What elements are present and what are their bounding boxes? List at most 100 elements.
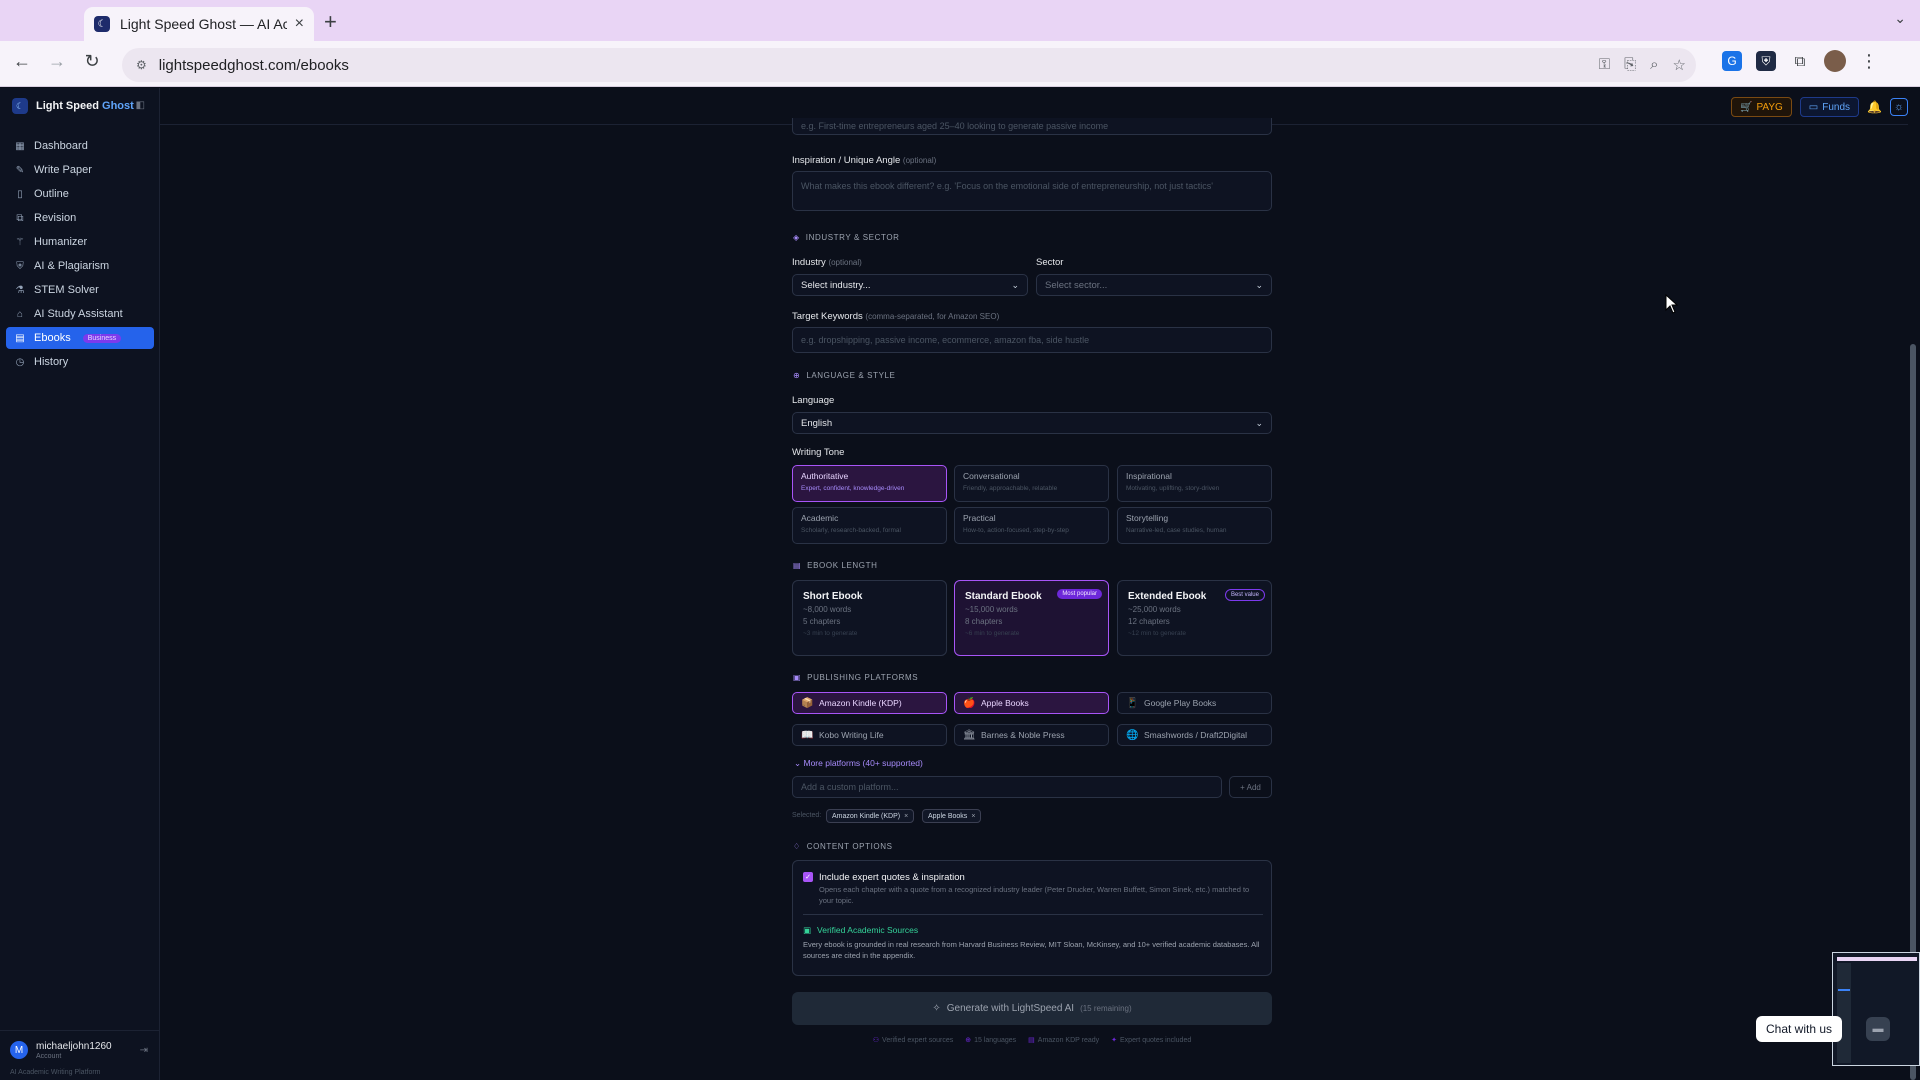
length-standard[interactable]: Most popular Standard Ebook ~15,000 word…: [954, 580, 1109, 656]
flask-icon: ⚗: [15, 284, 25, 296]
keywords-input[interactable]: e.g. dropshipping, passive income, ecomm…: [792, 327, 1272, 353]
tab-search-chevron-icon[interactable]: ⌄: [1894, 10, 1906, 27]
tone-inspirational[interactable]: Inspirational Motivating, uplifting, stor…: [1117, 465, 1272, 502]
brand-name: Light Speed Ghost: [36, 100, 134, 112]
tab-close-icon[interactable]: ×: [295, 15, 304, 33]
mouse-cursor-icon: [1665, 294, 1679, 314]
pen-icon: ✎: [15, 164, 25, 176]
remove-chip-icon[interactable]: ×: [971, 813, 975, 820]
length-short[interactable]: Short Ebook ~8,000 words 5 chapters ~3 m…: [792, 580, 947, 656]
browser-tab-strip: ☾ Light Speed Ghost — AI Acad × + ⌄: [0, 0, 1920, 41]
password-key-icon[interactable]: ⚿: [1599, 56, 1610, 74]
brand-logo-icon: ☾: [12, 98, 28, 114]
preview-bar: [1837, 957, 1917, 961]
platform-smashwords[interactable]: 🌐 Smashwords / Draft2Digital: [1117, 724, 1272, 746]
sidebar-item-revision[interactable]: ⧉ Revision: [6, 207, 154, 229]
package-icon: 📦: [801, 697, 814, 709]
most-popular-badge: Most popular: [1057, 589, 1102, 599]
bookmark-star-icon[interactable]: ☆: [1673, 56, 1686, 74]
brand[interactable]: ☾ Light Speed Ghost: [12, 98, 134, 114]
target-audience-input[interactable]: e.g. First-time entrepreneurs aged 25–40…: [792, 118, 1272, 135]
shield-icon: ⛨: [16, 260, 24, 272]
section-publishing-platforms: ▣ PUBLISHING PLATFORMS: [793, 673, 919, 682]
sidebar-item-write-paper[interactable]: ✎ Write Paper: [6, 159, 154, 181]
chat-bubble-icon[interactable]: ▬: [1866, 1017, 1890, 1041]
wand-icon: ⚚: [15, 236, 25, 248]
open-book-icon: 📖: [801, 729, 814, 741]
sidebar-item-humanizer[interactable]: ⚚ Humanizer: [6, 231, 154, 253]
platform-amazon-kdp[interactable]: 📦 Amazon Kindle (KDP): [792, 692, 947, 714]
generate-button[interactable]: ✧ Generate with LightSpeed AI (15 remain…: [792, 992, 1272, 1025]
sidebar-item-ai-plagiarism[interactable]: ⛨ AI & Plagiarism: [6, 255, 154, 277]
funds-button[interactable]: ▭ Funds: [1799, 97, 1860, 117]
sidebar-item-stem-solver[interactable]: ⚗ STEM Solver: [6, 279, 154, 301]
tone-conversational[interactable]: Conversational Friendly, approachable, re…: [954, 465, 1109, 502]
book-length-icon: ▤: [793, 561, 802, 570]
platform-apple-books[interactable]: 🍎 Apple Books: [954, 692, 1109, 714]
industry-select[interactable]: Select industry... ⌄: [792, 274, 1028, 296]
remove-chip-icon[interactable]: ×: [904, 813, 908, 820]
browser-toolbar: ← → ↻ ⚙ lightspeedghost.com/ebooks ⚿ ⎘ ⌕…: [0, 41, 1920, 87]
inspiration-input[interactable]: What makes this ebook different? e.g. 'F…: [792, 171, 1272, 211]
sector-label: Sector: [1036, 257, 1064, 268]
more-platforms-toggle[interactable]: ⌄ More platforms (40+ supported): [794, 758, 923, 769]
back-icon[interactable]: ←: [10, 51, 34, 72]
sidebar-item-dashboard[interactable]: ▦ Dashboard: [6, 135, 154, 157]
platform-google-play[interactable]: 📱 Google Play Books: [1117, 692, 1272, 714]
url-text[interactable]: lightspeedghost.com/ebooks: [159, 57, 349, 74]
tone-authoritative[interactable]: Authoritative Expert, confident, knowledg…: [792, 465, 947, 502]
phone-icon: 📱: [1126, 697, 1139, 709]
address-bar[interactable]: ⚙ lightspeedghost.com/ebooks ⚿ ⎘ ⌕ ☆: [122, 48, 1696, 82]
sidebar-item-history[interactable]: ◷ History: [6, 351, 154, 373]
shield-extension-icon[interactable]: ⛨: [1756, 51, 1776, 71]
expert-quotes-checkbox[interactable]: ✓: [803, 872, 813, 882]
platform-kobo[interactable]: 📖 Kobo Writing Life: [792, 724, 947, 746]
sidebar: ☾ Light Speed Ghost ◧ ▦ Dashboard ✎ Write …: [0, 88, 160, 1080]
site-info-icon[interactable]: ⚙: [136, 58, 147, 72]
theme-toggle-sun-icon[interactable]: ☼: [1890, 98, 1908, 116]
sidebar-item-outline[interactable]: ▯ Outline: [6, 183, 154, 205]
selected-label: Selected:: [792, 812, 822, 819]
industry-label: Industry (optional): [792, 257, 862, 268]
translate-extension-icon[interactable]: G: [1722, 51, 1742, 71]
platform-barnes-noble[interactable]: 🏛 Barnes & Noble Press: [954, 724, 1109, 746]
install-app-icon[interactable]: ⎘: [1624, 56, 1636, 74]
language-select[interactable]: English ⌄: [792, 412, 1272, 434]
payg-button[interactable]: 🛒 PAYG: [1731, 97, 1792, 117]
user-account[interactable]: M michaeljohn1260 Account ⇥ AI Academic …: [0, 1030, 160, 1080]
browser-menu-icon[interactable]: ⋮: [1860, 51, 1878, 72]
profile-avatar[interactable]: [1824, 50, 1846, 72]
browser-tab[interactable]: ☾ Light Speed Ghost — AI Acad ×: [84, 7, 314, 41]
zoom-icon[interactable]: ⌕: [1650, 56, 1658, 74]
length-extended[interactable]: Best value Extended Ebook ~25,000 words …: [1117, 580, 1272, 656]
lightbulb-icon: ♢: [793, 842, 801, 851]
sidebar-item-ebooks[interactable]: ▤ Ebooks Business: [6, 327, 154, 349]
keywords-label: Target Keywords (comma-separated, for Am…: [792, 311, 1000, 322]
chevron-down-icon: ⌄: [1011, 279, 1019, 290]
page-scrollbar[interactable]: [1908, 88, 1920, 1080]
tone-academic[interactable]: Academic Scholarly, research-backed, form…: [792, 507, 947, 544]
add-platform-button[interactable]: + Add: [1229, 776, 1272, 798]
page-preview-thumbnail[interactable]: [1832, 952, 1920, 1066]
divider: [803, 914, 1263, 915]
custom-platform-input[interactable]: Add a custom platform...: [792, 776, 1222, 798]
tone-practical[interactable]: Practical How-to, action-focused, step-by…: [954, 507, 1109, 544]
sidebar-collapse-icon[interactable]: ◧: [136, 100, 145, 111]
logout-icon[interactable]: ⇥: [140, 1045, 148, 1056]
cart-icon: 🛒: [1740, 101, 1753, 113]
extensions-puzzle-icon[interactable]: ⧉: [1790, 51, 1810, 71]
chevron-down-icon: ⌄: [1255, 279, 1263, 290]
tone-storytelling[interactable]: Storytelling Narrative-led, case studies,…: [1117, 507, 1272, 544]
globe-icon: 🌐: [1126, 729, 1139, 741]
new-tab-icon[interactable]: +: [324, 9, 337, 35]
selected-chip-apple[interactable]: Apple Books ×: [922, 809, 982, 823]
selected-chip-kdp[interactable]: Amazon Kindle (KDP) ×: [826, 809, 915, 823]
sector-select[interactable]: Select sector... ⌄: [1036, 274, 1272, 296]
footnote-languages: ⊕ 15 languages: [965, 1037, 1017, 1044]
reload-icon[interactable]: ↻: [80, 51, 104, 72]
forward-icon[interactable]: →: [45, 51, 69, 72]
notification-bell-icon[interactable]: 🔔: [1867, 100, 1882, 114]
chat-with-us-label[interactable]: Chat with us: [1756, 1016, 1842, 1042]
sparkle-icon: ✧: [932, 1003, 941, 1014]
sidebar-item-ai-study-assistant[interactable]: ⌂ AI Study Assistant: [6, 303, 154, 325]
